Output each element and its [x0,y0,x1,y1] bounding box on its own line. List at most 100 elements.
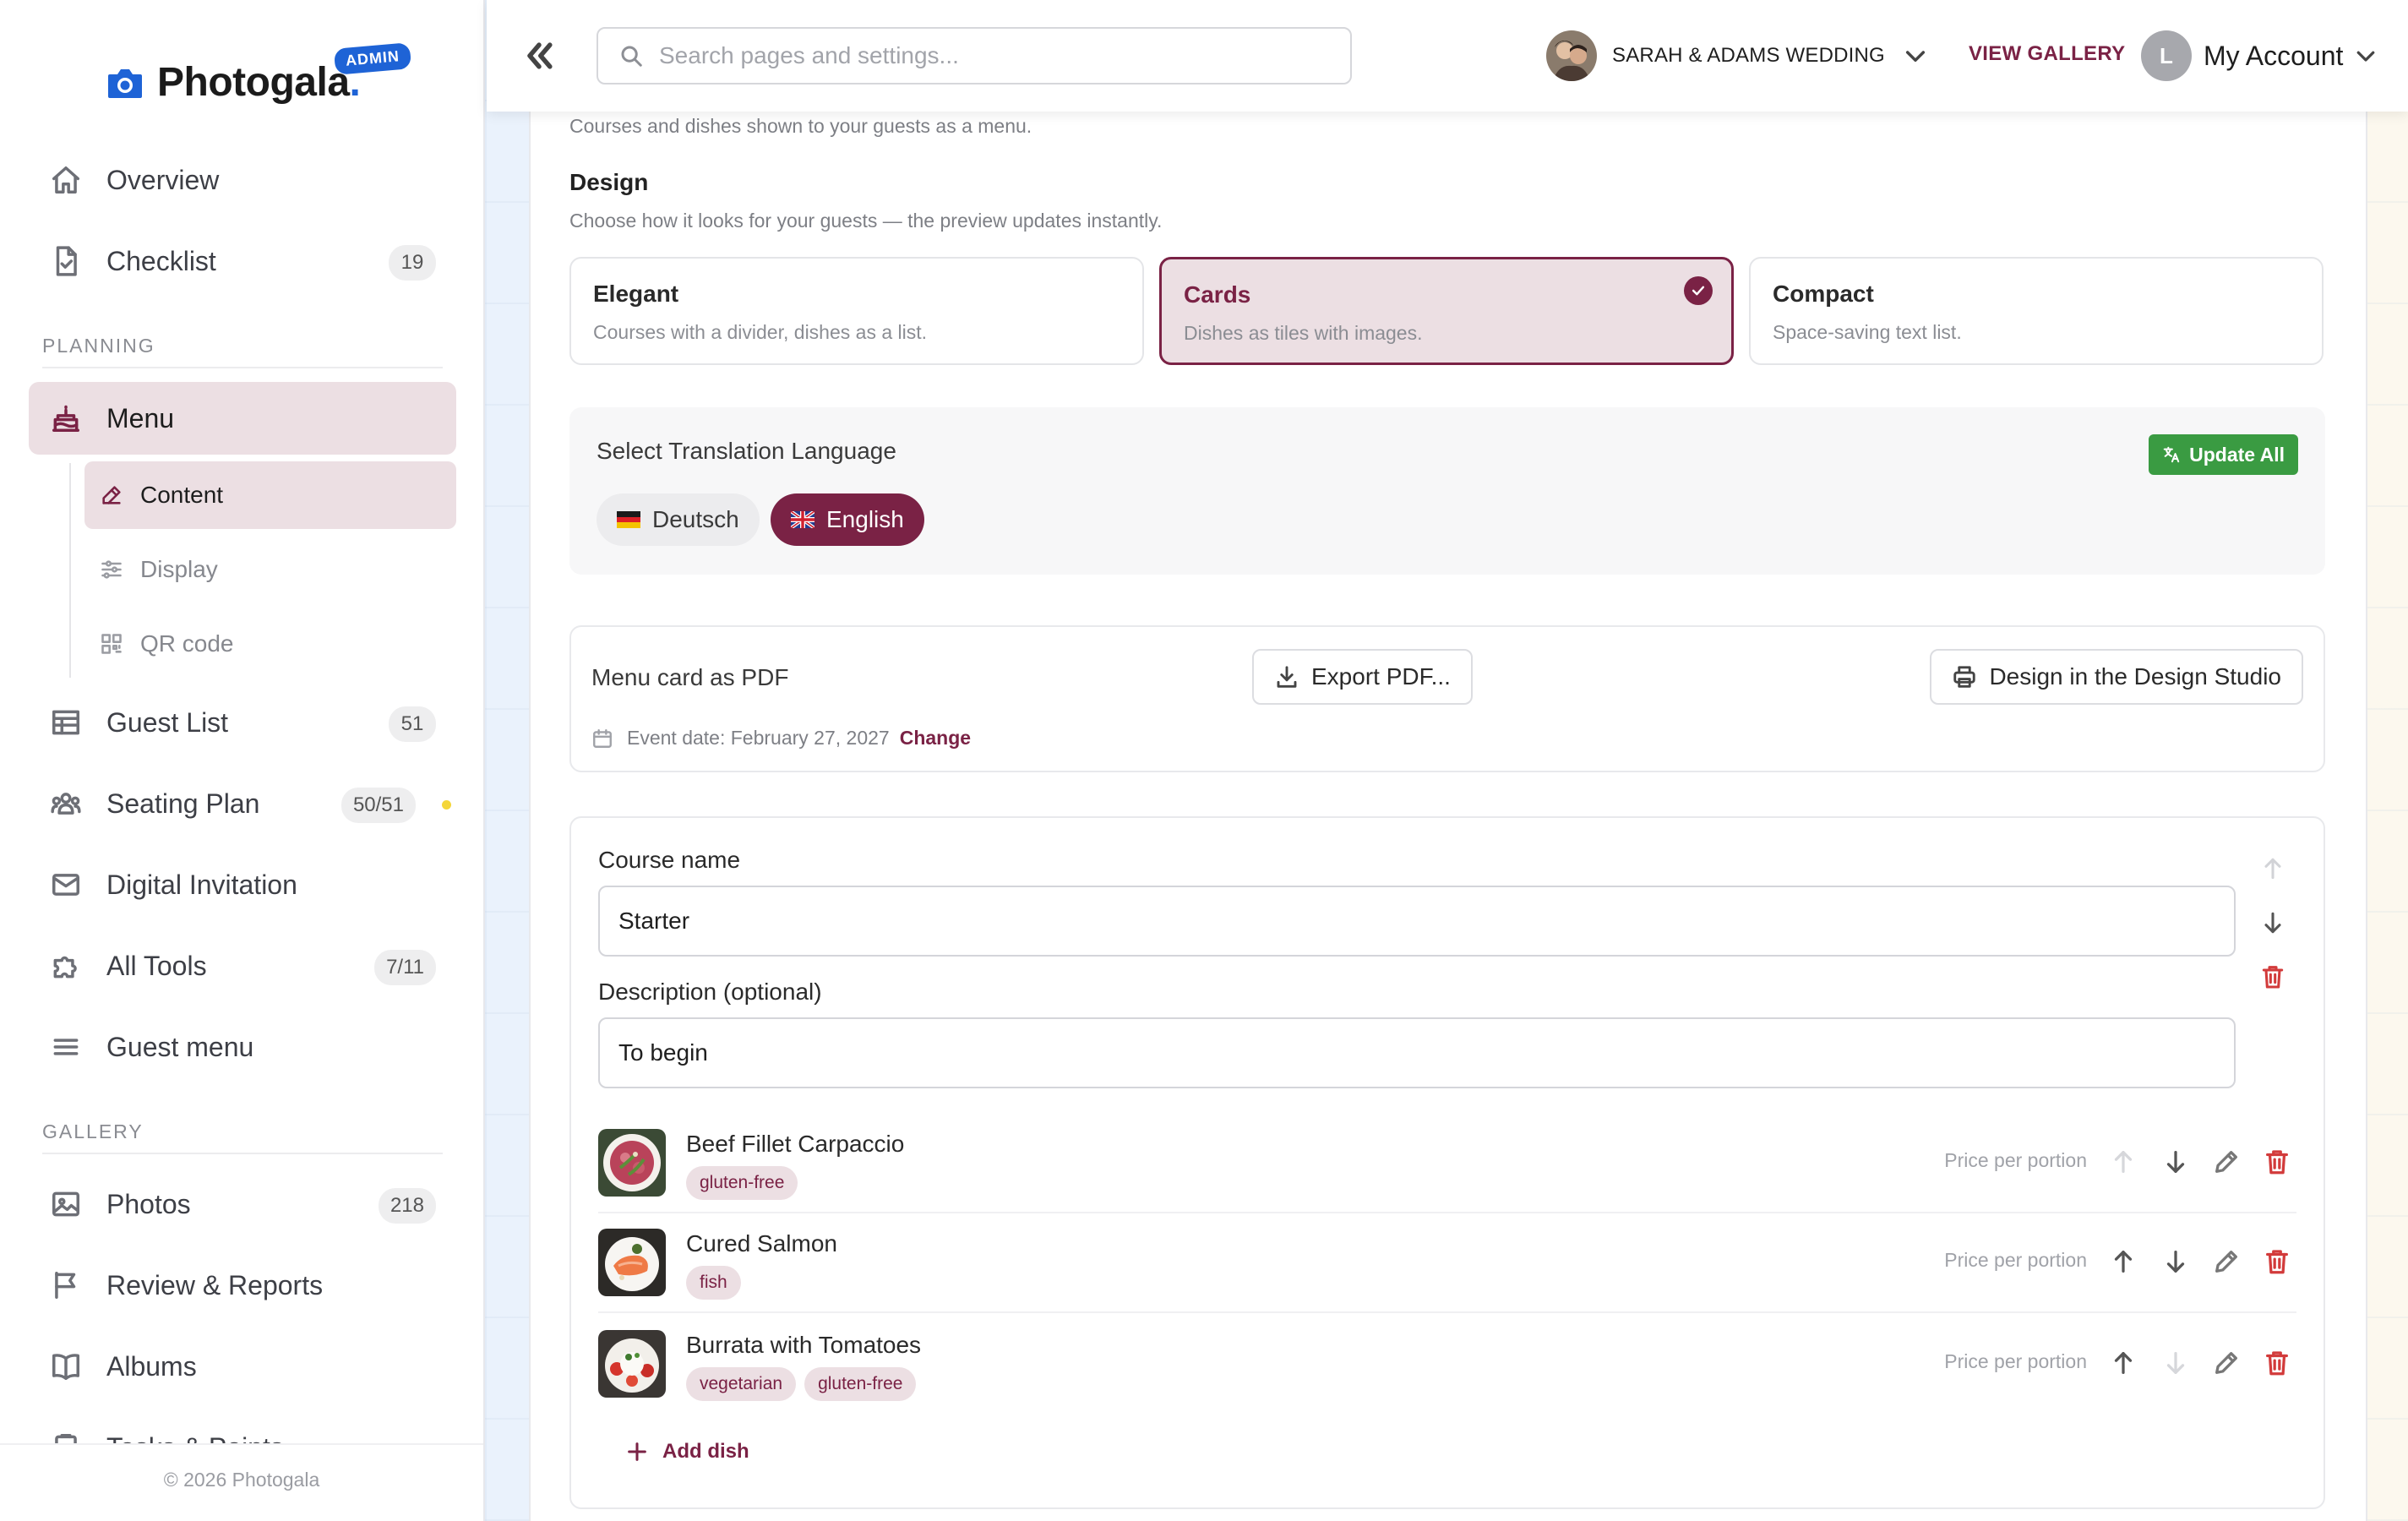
arrow-down-icon [2166,1151,2185,1173]
search-input[interactable] [659,42,1335,69]
count-badge: 19 [389,245,436,281]
design-option-title: Elegant [593,281,679,307]
check-icon [1684,276,1713,305]
sidebar-item-checklist[interactable]: Checklist 19 [29,225,456,297]
flag-icon [49,1268,83,1302]
move-dish-up-button[interactable] [2109,1247,2138,1276]
printer-icon [1953,666,1976,688]
checklist-icon [49,244,83,278]
submenu-item-content[interactable]: Content [84,461,456,529]
language-english[interactable]: English [771,493,924,546]
arrow-down-icon [2166,1251,2185,1273]
edit-dish-button[interactable] [2212,1247,2241,1276]
pencil-icon [2215,1352,2237,1374]
design-option-title: Compact [1773,281,1874,307]
divider [42,367,443,368]
event-switcher[interactable]: SARAH & ADAMS WEDDING [1546,29,1929,83]
price-field[interactable]: Price per portion [1944,1149,2087,1172]
view-gallery-link[interactable]: VIEW GALLERY [1969,42,2125,66]
edit-dish-button[interactable] [2212,1148,2241,1176]
qr-icon [100,631,125,657]
dish-row: Burrata with Tomatoes vegetarian gluten-… [598,1315,2296,1415]
translate-icon [2163,446,2180,463]
submenu-item-qr-code[interactable]: QR code [84,610,456,678]
book-icon [49,1349,83,1383]
move-dish-down-button[interactable] [2161,1349,2190,1377]
price-field[interactable]: Price per portion [1944,1249,2087,1272]
dish-tags: fish [686,1266,741,1300]
move-dish-up-button[interactable] [2109,1148,2138,1176]
translation-title: Select Translation Language [597,438,896,464]
chevron-down-icon [1902,42,1929,69]
sidebar-item-guest-list[interactable]: Guest List 51 [29,686,456,759]
account-menu[interactable]: L My Account [2141,29,2378,83]
puzzle-icon [49,949,83,983]
nav-label: Seating Plan [106,788,260,819]
delete-course-button[interactable] [2259,963,2286,990]
sidebar-footer: © 2026 Photogala [0,1443,483,1521]
design-studio-button[interactable]: Design in the Design Studio [1930,649,2303,705]
arrow-up-icon [2264,858,2281,880]
change-date-link[interactable]: Change [900,727,971,750]
edit-dish-button[interactable] [2212,1349,2241,1377]
export-pdf-button[interactable]: Export PDF... [1252,649,1473,705]
trash-icon [2266,1351,2288,1376]
design-option-elegant[interactable]: Elegant Courses with a divider, dishes a… [569,257,1144,365]
design-option-cards[interactable]: Cards Dishes as tiles with images. [1159,257,1734,365]
logo[interactable]: Photogala. [106,59,361,106]
nav-label: Albums [106,1350,197,1382]
design-option-compact[interactable]: Compact Space-saving text list. [1749,257,2324,365]
submenu-item-display[interactable]: Display [84,536,456,603]
count-badge: 218 [378,1188,436,1224]
add-dish-button[interactable]: Add dish [625,1440,749,1464]
arrow-up-icon [2114,1151,2133,1173]
menu-content-panel: Courses and dishes shown to your guests … [529,84,2367,1521]
move-dish-up-button[interactable] [2109,1349,2138,1377]
sidebar-item-guest-menu[interactable]: Guest menu [29,1011,456,1083]
course-name-input[interactable] [598,886,2236,957]
nav-label: Menu [106,402,175,433]
description-label: Description (optional) [598,979,822,1005]
intro-text: Courses and dishes shown to your guests … [569,115,1032,137]
users-icon [49,787,83,820]
search-box[interactable] [597,27,1352,84]
arrow-up-icon [2114,1352,2133,1374]
move-dish-down-button[interactable] [2161,1247,2190,1276]
image-icon [49,1187,83,1221]
delete-dish-button[interactable] [2263,1349,2291,1377]
price-field[interactable]: Price per portion [1944,1350,2087,1373]
translation-section: Select Translation Language Update All D… [569,407,2325,575]
tag: vegetarian [686,1367,797,1401]
sidebar-item-review-reports[interactable]: Review & Reports [29,1249,456,1322]
update-all-button[interactable]: Update All [2149,434,2298,475]
delete-dish-button[interactable] [2263,1247,2291,1276]
sidebar-item-digital-invitation[interactable]: Digital Invitation [29,848,456,921]
dish-photo [598,1129,666,1197]
account-label: My Account [2204,40,2344,71]
move-dish-down-button[interactable] [2161,1148,2190,1176]
delete-dish-button[interactable] [2263,1148,2291,1176]
collapse-sidebar-button[interactable] [520,37,558,74]
design-heading: Design [569,169,649,195]
move-course-down-button[interactable] [2259,909,2286,936]
nav-label: Guest List [106,706,229,738]
count-badge: 51 [389,706,436,742]
sidebar-item-menu[interactable]: Menu [29,382,456,455]
sidebar-item-seating-plan[interactable]: Seating Plan 50/51 [29,767,456,840]
arrow-down-icon [2264,912,2281,934]
move-course-up-button[interactable] [2259,855,2286,882]
sidebar-item-albums[interactable]: Albums [29,1330,456,1403]
cake-icon [49,401,83,435]
sidebar-item-photos[interactable]: Photos 218 [29,1168,456,1240]
language-deutsch[interactable]: Deutsch [597,493,760,546]
nav-label: Overview [106,164,220,195]
nav-label: Guest menu [106,1031,254,1062]
nav-label: Digital Invitation [106,869,297,900]
sidebar-item-all-tools[interactable]: All Tools 7/11 [29,930,456,1002]
design-option-desc: Courses with a divider, dishes as a list… [593,321,928,343]
event-avatar [1546,30,1597,81]
sidebar-item-overview[interactable]: Overview [29,144,456,216]
design-option-desc: Dishes as tiles with images. [1184,322,1423,344]
pdf-title: Menu card as PDF [591,664,789,690]
description-input[interactable] [598,1017,2236,1088]
